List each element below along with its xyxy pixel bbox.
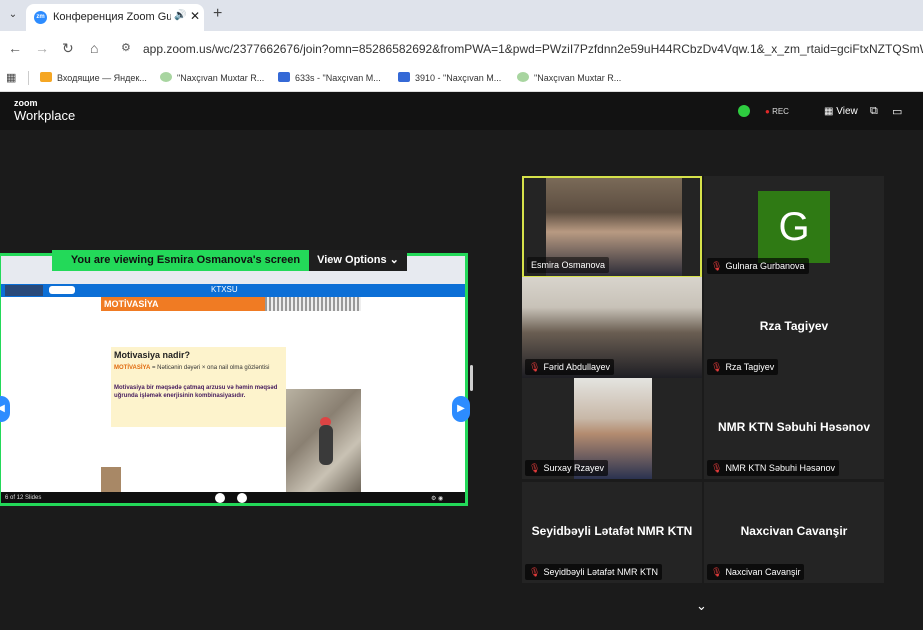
viewing-banner: You are viewing Esmira Osmanova's screen [52, 250, 319, 271]
bookmarks-bar: ▦ Входящие — Яндек... "Naxçıvan Muxtar R… [0, 64, 923, 92]
participant-tile[interactable]: 🎙 Fərid Abdullayev [522, 277, 702, 378]
shared-bottom-bar: 6 of 12 Slides ⚙ ◉ [1, 492, 465, 503]
bookmark-item[interactable]: "Naxçıvan Muxtar R... [517, 72, 621, 83]
shared-toolbar-title: KTXSU [211, 285, 238, 294]
grid-view-icon: ▦ [824, 106, 837, 117]
mic-off-icon: 🎙 [529, 567, 541, 577]
participant-tile[interactable]: Seyidbəyli Lətafət NMR KTN 🎙 Seyidbəyli L… [522, 482, 702, 583]
reload-icon[interactable]: ↻ [62, 40, 74, 57]
participant-display-name: Rza Tagiyev [759, 319, 829, 333]
slide-question: Motivasiya nadir? [114, 350, 191, 360]
participant-name: 🎙 Seyidbəyli Lətafət NMR KTN [525, 564, 662, 580]
shared-nav-block [5, 285, 43, 296]
slide-header-stripe [265, 297, 361, 311]
participant-tile[interactable]: Rza Tagiyev 🎙 Rza Tagiyev [704, 277, 884, 378]
shield-check-icon[interactable] [738, 105, 750, 117]
meeting-area: KTXSU MOTİVASİYA Motivasiya nadir? MOTİV… [0, 130, 923, 630]
mic-off-icon: 🎙 [529, 362, 541, 372]
zoom-favicon-icon: zm [34, 11, 47, 24]
emblem-icon [160, 72, 172, 82]
forward-icon[interactable]: → [35, 40, 49, 56]
doc-icon [278, 72, 290, 82]
tab-search-icon[interactable]: ⌄ [6, 8, 20, 22]
bookmark-item[interactable]: 3910 - "Naxçıvan M... [398, 72, 501, 83]
slide-header: MOTİVASİYA [101, 297, 265, 311]
presentation-slide: MOTİVASİYA Motivasiya nadir? MOTİVASİYA … [101, 297, 361, 492]
participant-tile[interactable]: Naxcivan Cavanşir 🎙 Naxcivan Cavanşir [704, 482, 884, 583]
bookmark-item[interactable]: 633s - "Naxçıvan M... [278, 72, 381, 83]
home-icon[interactable]: ⌂ [90, 40, 98, 56]
speaker-icon[interactable]: 🔊 [174, 10, 186, 21]
shared-toolbar: KTXSU [1, 284, 465, 297]
bookmark-item[interactable]: Входящие — Яндек... [40, 72, 147, 83]
fullscreen-icon[interactable]: ▭ [892, 105, 902, 118]
slide-thumbnail [101, 467, 121, 492]
stop-button-icon [237, 493, 247, 503]
tab-title: Конференция Zoom Gulnara [53, 11, 171, 23]
record-dot-icon: ● [765, 107, 773, 116]
participant-name: Esmira Osmanova [527, 257, 610, 273]
participant-name: 🎙 Gulnara Gurbanova [707, 258, 809, 274]
bookmark-item[interactable]: "Naxçıvan Muxtar R... [160, 72, 264, 83]
participant-name: 🎙 Fərid Abdullayev [525, 359, 614, 375]
participant-tile[interactable]: Esmira Osmanova [522, 176, 702, 278]
chevron-down-icon: ⌄ [389, 254, 399, 266]
bookmark-separator [28, 71, 29, 85]
doc-icon [398, 72, 410, 82]
tab-zoom-conference[interactable]: zm Конференция Zoom Gulnara 🔊 ✕ [26, 4, 204, 31]
address-bar: ← → ↻ ⌂ ⚙ app.zoom.us/wc/2377662676/join… [0, 31, 923, 64]
minimize-icon[interactable]: ⧉ [870, 105, 878, 118]
participant-display-name: Seyidbəyli Lətafət NMR KTN [531, 524, 693, 538]
shared-screen[interactable]: KTXSU MOTİVASİYA Motivasiya nadir? MOTİV… [0, 253, 468, 506]
chevron-down-icon[interactable]: ⌄ [696, 598, 707, 614]
view-options-button[interactable]: View Options ⌄ [309, 250, 407, 271]
back-icon[interactable]: ← [8, 40, 22, 56]
slide-text-box: Motivasiya nadir? MOTİVASİYA = Nəticənin… [111, 347, 286, 427]
participant-tile[interactable]: NMR KTN Səbuhi Həsənov 🎙 NMR KTN Səbuhi H… [704, 378, 884, 479]
browser-tab-bar: ⌄ zm Конференция Zoom Gulnara 🔊 ✕ + [0, 0, 923, 31]
zoom-logo-top: zoom [14, 98, 38, 108]
share-controls-icon: ⚙ ◉ [431, 496, 444, 502]
mic-off-icon: 🎙 [711, 567, 723, 577]
zoom-header: zoom Workplace ● REC ▦ View ⧉ ▭ [0, 92, 923, 130]
mic-off-icon: 🎙 [711, 463, 723, 473]
slide-counter: 6 of 12 Slides [5, 495, 42, 501]
slide-definition: MOTİVASİYA = Nəticənin dəyəri × ona nail… [114, 365, 270, 371]
participant-avatar: G [758, 191, 830, 263]
shared-menu-pill [49, 286, 75, 294]
recording-indicator[interactable]: ● REC [765, 107, 789, 116]
mic-off-icon: 🎙 [711, 362, 723, 372]
participant-display-name: Naxcivan Cavanşir [740, 524, 848, 538]
mail-icon [40, 72, 52, 82]
view-button[interactable]: ▦ View [824, 106, 858, 117]
next-page-icon[interactable]: ▶ [452, 396, 470, 422]
apps-grid-icon[interactable]: ▦ [6, 71, 16, 84]
zoom-logo-bottom: Workplace [14, 108, 76, 123]
participant-name: 🎙 Naxcivan Cavanşir [707, 564, 805, 580]
tab-close-icon[interactable]: ✕ [190, 9, 200, 23]
new-tab-icon[interactable]: + [213, 5, 222, 23]
mic-off-icon: 🎙 [529, 463, 541, 473]
url-field[interactable]: app.zoom.us/wc/2377662676/join?omn=85286… [143, 42, 923, 56]
participant-name: 🎙 Surxay Rzayev [525, 460, 608, 476]
participant-name: 🎙 NMR KTN Səbuhi Həsənov [707, 460, 839, 476]
mic-off-icon: 🎙 [711, 261, 723, 271]
participant-name: 🎙 Rza Tagiyev [707, 359, 779, 375]
record-button-icon [215, 493, 225, 503]
participant-display-name: NMR KTN Səbuhi Həsənov [717, 420, 870, 434]
site-info-icon[interactable]: ⚙ [121, 41, 131, 54]
resize-handle[interactable] [470, 365, 473, 391]
slide-paragraph: Motivasiya bir məqsədə çatmaq arzusu və … [114, 385, 278, 399]
participant-tile[interactable]: G 🎙 Gulnara Gurbanova [704, 176, 884, 277]
emblem-icon [517, 72, 529, 82]
climber-figure [319, 425, 333, 465]
participant-tile[interactable]: 🎙 Surxay Rzayev [522, 378, 702, 479]
